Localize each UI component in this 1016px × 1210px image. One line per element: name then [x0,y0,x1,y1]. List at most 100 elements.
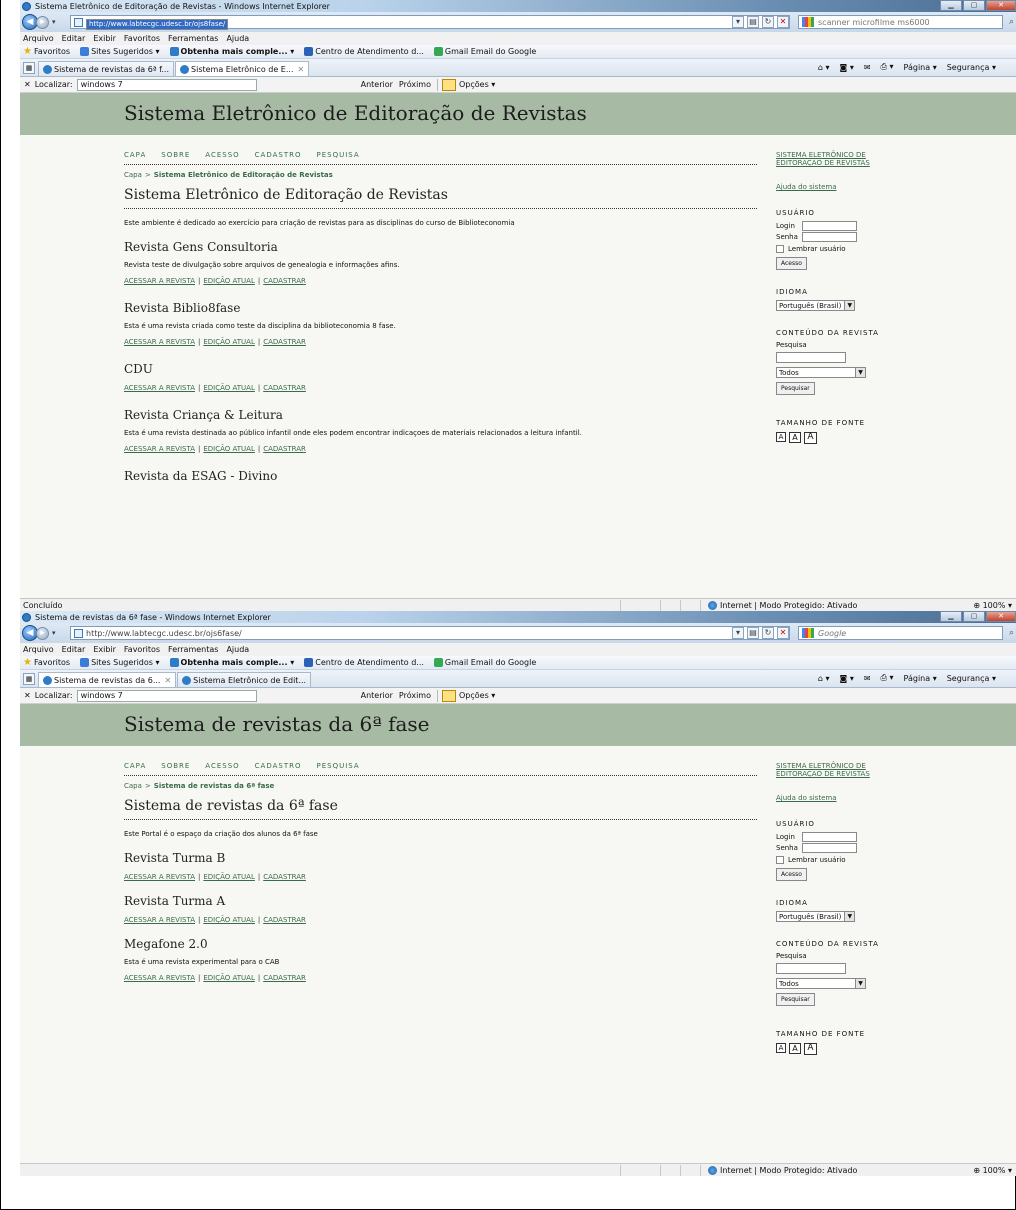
login-input[interactable] [802,832,857,842]
nav-link[interactable]: ACESSO [205,151,239,159]
close-button[interactable]: ✕ [986,0,1016,11]
access-journal-link[interactable]: ACESSAR A REVISTA [124,338,195,346]
minimize-button[interactable]: ▁ [940,611,962,622]
access-journal-link[interactable]: ACESSAR A REVISTA [124,916,195,924]
help-link[interactable]: Ajuda do sistema [776,183,916,191]
browser-tab[interactable]: Sistema de revistas da 6ª f... [38,61,175,76]
password-input[interactable] [802,843,857,853]
favorites-button[interactable]: ★ Favoritos [23,657,70,668]
help-link[interactable]: Ajuda do sistema [776,794,916,802]
access-journal-link[interactable]: ACESSAR A REVISTA [124,873,195,881]
dropdown-icon[interactable]: ▾ [732,16,744,28]
language-select[interactable]: Português (Brasil) ▼ [776,911,856,922]
find-next[interactable]: Próximo [399,691,431,700]
command-menu[interactable]: Página ▾ [904,63,937,72]
command-menu[interactable]: Segurança ▾ [947,674,996,683]
menu-item[interactable]: Arquivo [23,34,54,43]
system-link-line2[interactable]: EDITORAÇÃO DE REVISTAS [776,159,916,167]
favorites-item[interactable]: Obtenha mais comple... ▾ [169,658,294,667]
menu-item[interactable]: Arquivo [23,645,54,654]
register-link[interactable]: CADASTRAR [263,277,306,285]
favorites-item[interactable]: Gmail Email do Google [433,658,536,667]
find-options[interactable]: Opções ▾ [437,78,495,91]
medium-font-button[interactable]: A [789,1043,801,1054]
search-icon[interactable]: ⌕ [1009,17,1014,27]
favorites-item[interactable]: Gmail Email do Google [433,47,536,56]
search-field[interactable]: scanner microfilme ms6000 [798,15,1003,29]
login-button[interactable]: Acesso [776,868,807,881]
current-issue-link[interactable]: EDIÇÃO ATUAL [203,338,255,346]
register-link[interactable]: CADASTRAR [263,916,306,924]
register-link[interactable]: CADASTRAR [263,384,306,392]
nav-link[interactable]: CAPA [124,762,146,770]
search-button[interactable]: Pesquisar [776,993,815,1006]
quick-tabs-icon[interactable]: ▦ [23,673,35,685]
menu-item[interactable]: Ferramentas [168,34,218,43]
breadcrumb-current[interactable]: Sistema Eletrônico de Editoração de Revi… [154,171,333,179]
quick-tabs-icon[interactable]: ▦ [23,62,35,74]
current-issue-link[interactable]: EDIÇÃO ATUAL [203,873,255,881]
current-issue-link[interactable]: EDIÇÃO ATUAL [203,445,255,453]
print-icon[interactable]: ⎙ ▾ [881,673,894,683]
favorites-item[interactable]: Sites Sugeridos ▾ [80,658,160,667]
menu-item[interactable]: Editar [62,645,86,654]
nav-link[interactable]: ACESSO [205,762,239,770]
current-issue-link[interactable]: EDIÇÃO ATUAL [203,974,255,982]
journal-search-input[interactable] [776,352,846,363]
search-icon[interactable]: ⌕ [1009,628,1014,638]
browser-tab[interactable]: Sistema de revistas da 6... ✕ [38,672,177,687]
home-icon[interactable]: ⌂ ▾ [818,674,830,683]
large-font-button[interactable]: A [804,1043,817,1055]
favorites-item[interactable]: Sites Sugeridos ▾ [80,47,160,56]
search-scope-select[interactable]: Todos ▼ [776,978,866,989]
search-field[interactable]: Google [798,626,1003,640]
breadcrumb-home[interactable]: Capa [124,782,142,790]
menu-item[interactable]: Ajuda [226,645,249,654]
find-input[interactable]: windows 7 [76,689,257,702]
find-previous[interactable]: Anterior [361,80,393,89]
menu-item[interactable]: Ajuda [226,34,249,43]
password-input[interactable] [802,232,857,242]
remember-checkbox[interactable] [776,245,784,253]
refresh-icon[interactable]: ↻ [762,627,774,639]
address-field[interactable]: http://www.labtecgc.udesc.br/ojs8fase/ ▾ ▤… [70,15,790,30]
access-journal-link[interactable]: ACESSAR A REVISTA [124,445,195,453]
register-link[interactable]: CADASTRAR [263,974,306,982]
maximize-button[interactable]: ▢ [963,611,985,622]
mail-icon[interactable]: ✉ [864,674,871,683]
stop-icon[interactable]: ✕ [777,627,789,639]
mail-icon[interactable]: ✉ [864,63,871,72]
close-find-icon[interactable]: ✕ [24,691,31,700]
forward-icon[interactable]: ▸ [36,15,49,29]
print-icon[interactable]: ⎙ ▾ [881,62,894,72]
favorites-button[interactable]: ★ Favoritos [23,46,70,57]
medium-font-button[interactable]: A [789,432,801,443]
browser-tab[interactable]: Sistema Eletrônico de Edit... [177,672,312,687]
maximize-button[interactable]: ▢ [963,0,985,11]
browser-tab[interactable]: Sistema Eletrônico de E... ✕ [175,61,310,76]
nav-link[interactable]: SOBRE [161,762,190,770]
current-issue-link[interactable]: EDIÇÃO ATUAL [203,277,255,285]
remember-checkbox[interactable] [776,856,784,864]
access-journal-link[interactable]: ACESSAR A REVISTA [124,974,195,982]
current-issue-link[interactable]: EDIÇÃO ATUAL [203,384,255,392]
journal-search-input[interactable] [776,963,846,974]
close-button[interactable]: ✕ [986,611,1016,622]
nav-link[interactable]: SOBRE [161,151,190,159]
search-scope-select[interactable]: Todos ▼ [776,367,866,378]
zoom-control[interactable]: ⊕ 100% ▾ [973,601,1012,610]
history-dropdown-icon[interactable]: ▾ [52,18,56,26]
menu-item[interactable]: Editar [62,34,86,43]
security-zone[interactable]: Internet | Modo Protegido: Ativado [708,1165,857,1175]
system-link[interactable]: SISTEMA ELETRÔNICO DE [776,762,916,770]
small-font-button[interactable]: A [776,432,786,442]
nav-link[interactable]: PESQUISA [317,762,360,770]
find-previous[interactable]: Anterior [361,691,393,700]
dropdown-icon[interactable]: ▾ [732,627,744,639]
minimize-button[interactable]: ▁ [940,0,962,11]
small-font-button[interactable]: A [776,1043,786,1053]
refresh-icon[interactable]: ↻ [762,16,774,28]
tab-close-icon[interactable]: ✕ [164,676,171,685]
favorites-item[interactable]: Centro de Atendimento d... [304,47,424,56]
nav-link[interactable]: CADASTRO [255,151,302,159]
